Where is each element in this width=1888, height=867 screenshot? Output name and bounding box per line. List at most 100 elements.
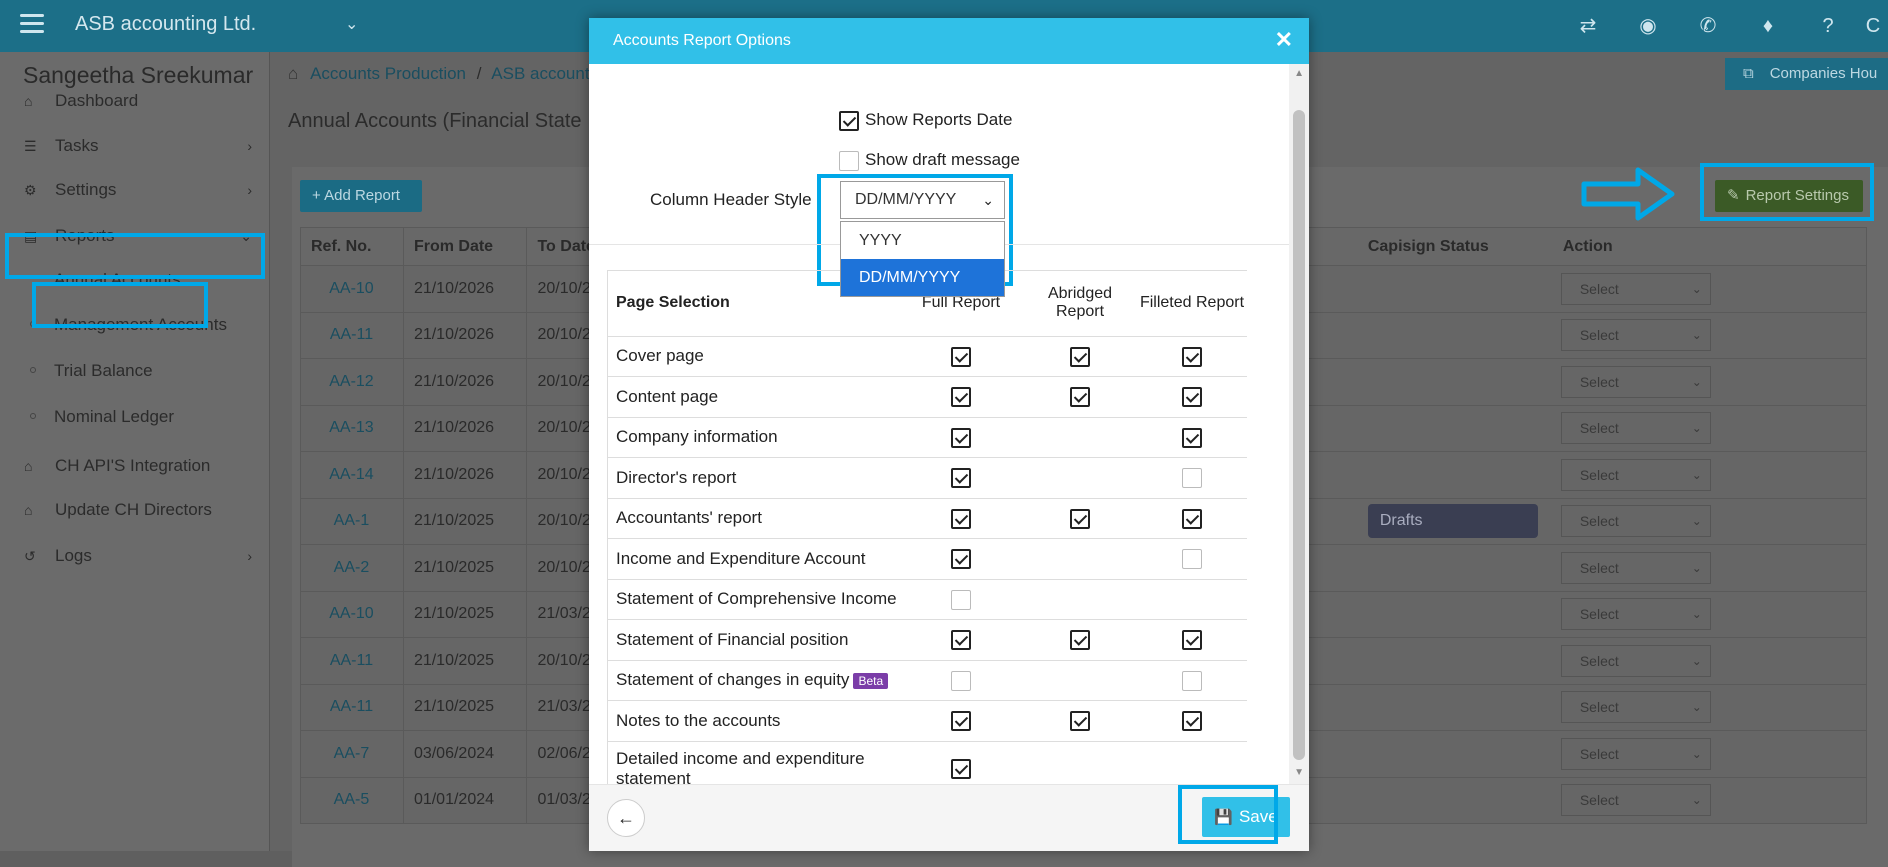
ref-link[interactable]: AA-14 bbox=[300, 451, 404, 499]
abridged-checkbox[interactable] bbox=[1070, 387, 1090, 407]
scroll-down-icon[interactable]: ▼ bbox=[1294, 767, 1304, 778]
filleted-checkbox[interactable] bbox=[1182, 670, 1202, 691]
ref-link[interactable]: AA-7 bbox=[300, 730, 404, 778]
sidebar-item-update-ch-directors[interactable]: ⌂ Update CH Directors bbox=[0, 488, 270, 532]
scroll-up-icon[interactable]: ▲ bbox=[1294, 68, 1304, 79]
action-select[interactable]: Select ⌄ bbox=[1560, 644, 1711, 677]
action-select[interactable]: Select ⌄ bbox=[1560, 737, 1711, 770]
option-dd-mm-yyyy[interactable]: DD/MM/YYYY bbox=[841, 259, 1004, 296]
action-select[interactable]: Select ⌄ bbox=[1560, 691, 1711, 724]
filleted-checkbox[interactable] bbox=[1182, 427, 1202, 448]
close-icon[interactable]: ✕ bbox=[1275, 18, 1293, 62]
action-select[interactable]: Select ⌄ bbox=[1560, 598, 1711, 631]
sidebar-item-settings[interactable]: ⚙ Settings › bbox=[0, 168, 270, 212]
sidebar-sub-management-accounts[interactable]: Management Accounts bbox=[0, 303, 270, 347]
help-icon[interactable]: ? bbox=[1798, 12, 1858, 42]
filleted-cell bbox=[1137, 417, 1247, 458]
sidebar-item-tasks[interactable]: ☰ Tasks › bbox=[0, 124, 270, 168]
sidebar-sub-nominal-ledger[interactable]: Nominal Ledger bbox=[0, 395, 270, 439]
sidebar-item-reports[interactable]: ▤ Reports ⌄ bbox=[0, 214, 270, 258]
chevron-down-icon[interactable]: ⌄ bbox=[345, 14, 358, 34]
from-date: 21/10/2026 bbox=[402, 404, 528, 452]
action-select[interactable]: Select ⌄ bbox=[1560, 784, 1711, 817]
ref-link[interactable]: AA-11 bbox=[300, 683, 404, 731]
full-checkbox[interactable] bbox=[951, 670, 971, 691]
ref-link[interactable]: AA-5 bbox=[300, 776, 404, 824]
sidebar-item-label: Reports bbox=[55, 226, 115, 245]
ref-link[interactable]: AA-12 bbox=[300, 358, 404, 406]
filleted-checkbox[interactable] bbox=[1182, 346, 1202, 367]
filleted-checkbox[interactable] bbox=[1182, 711, 1202, 731]
sidebar-sub-annual-accounts[interactable]: Annual Accounts bbox=[0, 258, 270, 302]
show-reports-date-label: Show Reports Date bbox=[865, 110, 1013, 129]
filleted-checkbox[interactable] bbox=[1182, 387, 1202, 407]
abridged-checkbox[interactable] bbox=[1070, 711, 1090, 731]
abridged-cell bbox=[1023, 336, 1137, 377]
full-checkbox[interactable] bbox=[951, 759, 971, 780]
swap-icon[interactable]: ⇄ bbox=[1558, 12, 1618, 42]
sidebar-item-dashboard[interactable]: ⌂ Dashboard bbox=[0, 79, 270, 123]
action-select[interactable]: Select ⌄ bbox=[1560, 458, 1711, 491]
abridged-checkbox[interactable] bbox=[1070, 508, 1090, 529]
page-label-text: Statement of changes in equity bbox=[616, 670, 850, 690]
full-checkbox[interactable] bbox=[951, 387, 971, 407]
full-checkbox[interactable] bbox=[951, 468, 971, 488]
add-report-button[interactable]: + Add Report bbox=[300, 180, 422, 212]
full-checkbox[interactable] bbox=[951, 630, 971, 650]
chevron-down-icon: ⌄ bbox=[1691, 560, 1702, 575]
page-selection-row: Statement of changes in equity Beta bbox=[607, 660, 1247, 701]
ref-link[interactable]: AA-10 bbox=[300, 265, 404, 313]
tag-icon[interactable]: ♦ bbox=[1738, 12, 1798, 42]
gear-icon: ⚙ bbox=[24, 182, 37, 198]
full-checkbox[interactable] bbox=[951, 346, 971, 367]
sidebar-item-ch-api[interactable]: ⌂ CH API'S Integration bbox=[0, 444, 270, 488]
full-checkbox[interactable] bbox=[951, 549, 971, 569]
hamburger-menu-icon[interactable] bbox=[20, 14, 44, 34]
full-checkbox[interactable] bbox=[951, 711, 971, 731]
c-icon[interactable]: C bbox=[1858, 12, 1888, 42]
drafts-badge[interactable]: Drafts bbox=[1367, 504, 1538, 539]
breadcrumb-root[interactable]: Accounts Production bbox=[310, 64, 466, 83]
action-select[interactable]: Select ⌄ bbox=[1560, 551, 1711, 584]
column-header-style-select[interactable]: DD/MM/YYYY ⌄ bbox=[840, 181, 1005, 219]
option-yyyy[interactable]: YYYY bbox=[841, 222, 1004, 259]
ref-link[interactable]: AA-2 bbox=[300, 544, 404, 592]
full-checkbox[interactable] bbox=[951, 508, 971, 529]
filleted-checkbox[interactable] bbox=[1182, 630, 1202, 650]
action-select[interactable]: Select ⌄ bbox=[1560, 272, 1711, 305]
abridged-checkbox[interactable] bbox=[1070, 630, 1090, 650]
save-button[interactable]: 💾 Save bbox=[1202, 797, 1290, 837]
action-select[interactable]: Select ⌄ bbox=[1560, 505, 1711, 538]
capisign-status: Drafts bbox=[1358, 504, 1553, 539]
ref-link[interactable]: AA-10 bbox=[300, 590, 404, 638]
breadcrumb-current[interactable]: ASB accountin bbox=[491, 64, 603, 83]
action-select[interactable]: Select ⌄ bbox=[1560, 319, 1711, 352]
full-checkbox[interactable] bbox=[951, 427, 971, 448]
full-checkbox[interactable] bbox=[951, 589, 971, 610]
show-reports-date-option[interactable]: Show Reports Date bbox=[839, 110, 1012, 131]
home-icon[interactable]: ⌂ bbox=[288, 64, 298, 83]
filleted-checkbox[interactable] bbox=[1182, 549, 1202, 569]
show-draft-message-option[interactable]: Show draft message bbox=[839, 150, 1020, 171]
chrome-icon[interactable]: ◉ bbox=[1618, 12, 1678, 42]
back-arrow-icon[interactable]: ← bbox=[607, 799, 645, 837]
ref-link[interactable]: AA-11 bbox=[300, 637, 404, 685]
report-settings-button[interactable]: ✎ Report Settings bbox=[1715, 180, 1863, 212]
filleted-checkbox[interactable] bbox=[1182, 508, 1202, 529]
show-reports-date-checkbox[interactable] bbox=[839, 110, 859, 131]
action-select[interactable]: Select ⌄ bbox=[1560, 365, 1711, 398]
ref-link[interactable]: AA-13 bbox=[300, 404, 404, 452]
filleted-checkbox[interactable] bbox=[1182, 468, 1202, 488]
ref-link[interactable]: AA-1 bbox=[300, 497, 404, 545]
sidebar-item-logs[interactable]: ↺ Logs › bbox=[0, 534, 270, 578]
sidebar-sub-trial-balance[interactable]: Trial Balance bbox=[0, 349, 270, 393]
action-select[interactable]: Select ⌄ bbox=[1560, 412, 1711, 445]
scrollbar-thumb[interactable] bbox=[1293, 110, 1305, 760]
company-name[interactable]: ASB accounting Ltd. bbox=[75, 13, 256, 36]
abridged-checkbox[interactable] bbox=[1070, 346, 1090, 367]
show-draft-message-checkbox[interactable] bbox=[839, 150, 859, 171]
megaphone-icon[interactable]: ✆ bbox=[1678, 12, 1738, 42]
companies-house-button[interactable]: ⧉ Companies Hou bbox=[1725, 58, 1888, 90]
page-label-text: Company information bbox=[616, 427, 778, 447]
ref-link[interactable]: AA-11 bbox=[300, 311, 404, 359]
